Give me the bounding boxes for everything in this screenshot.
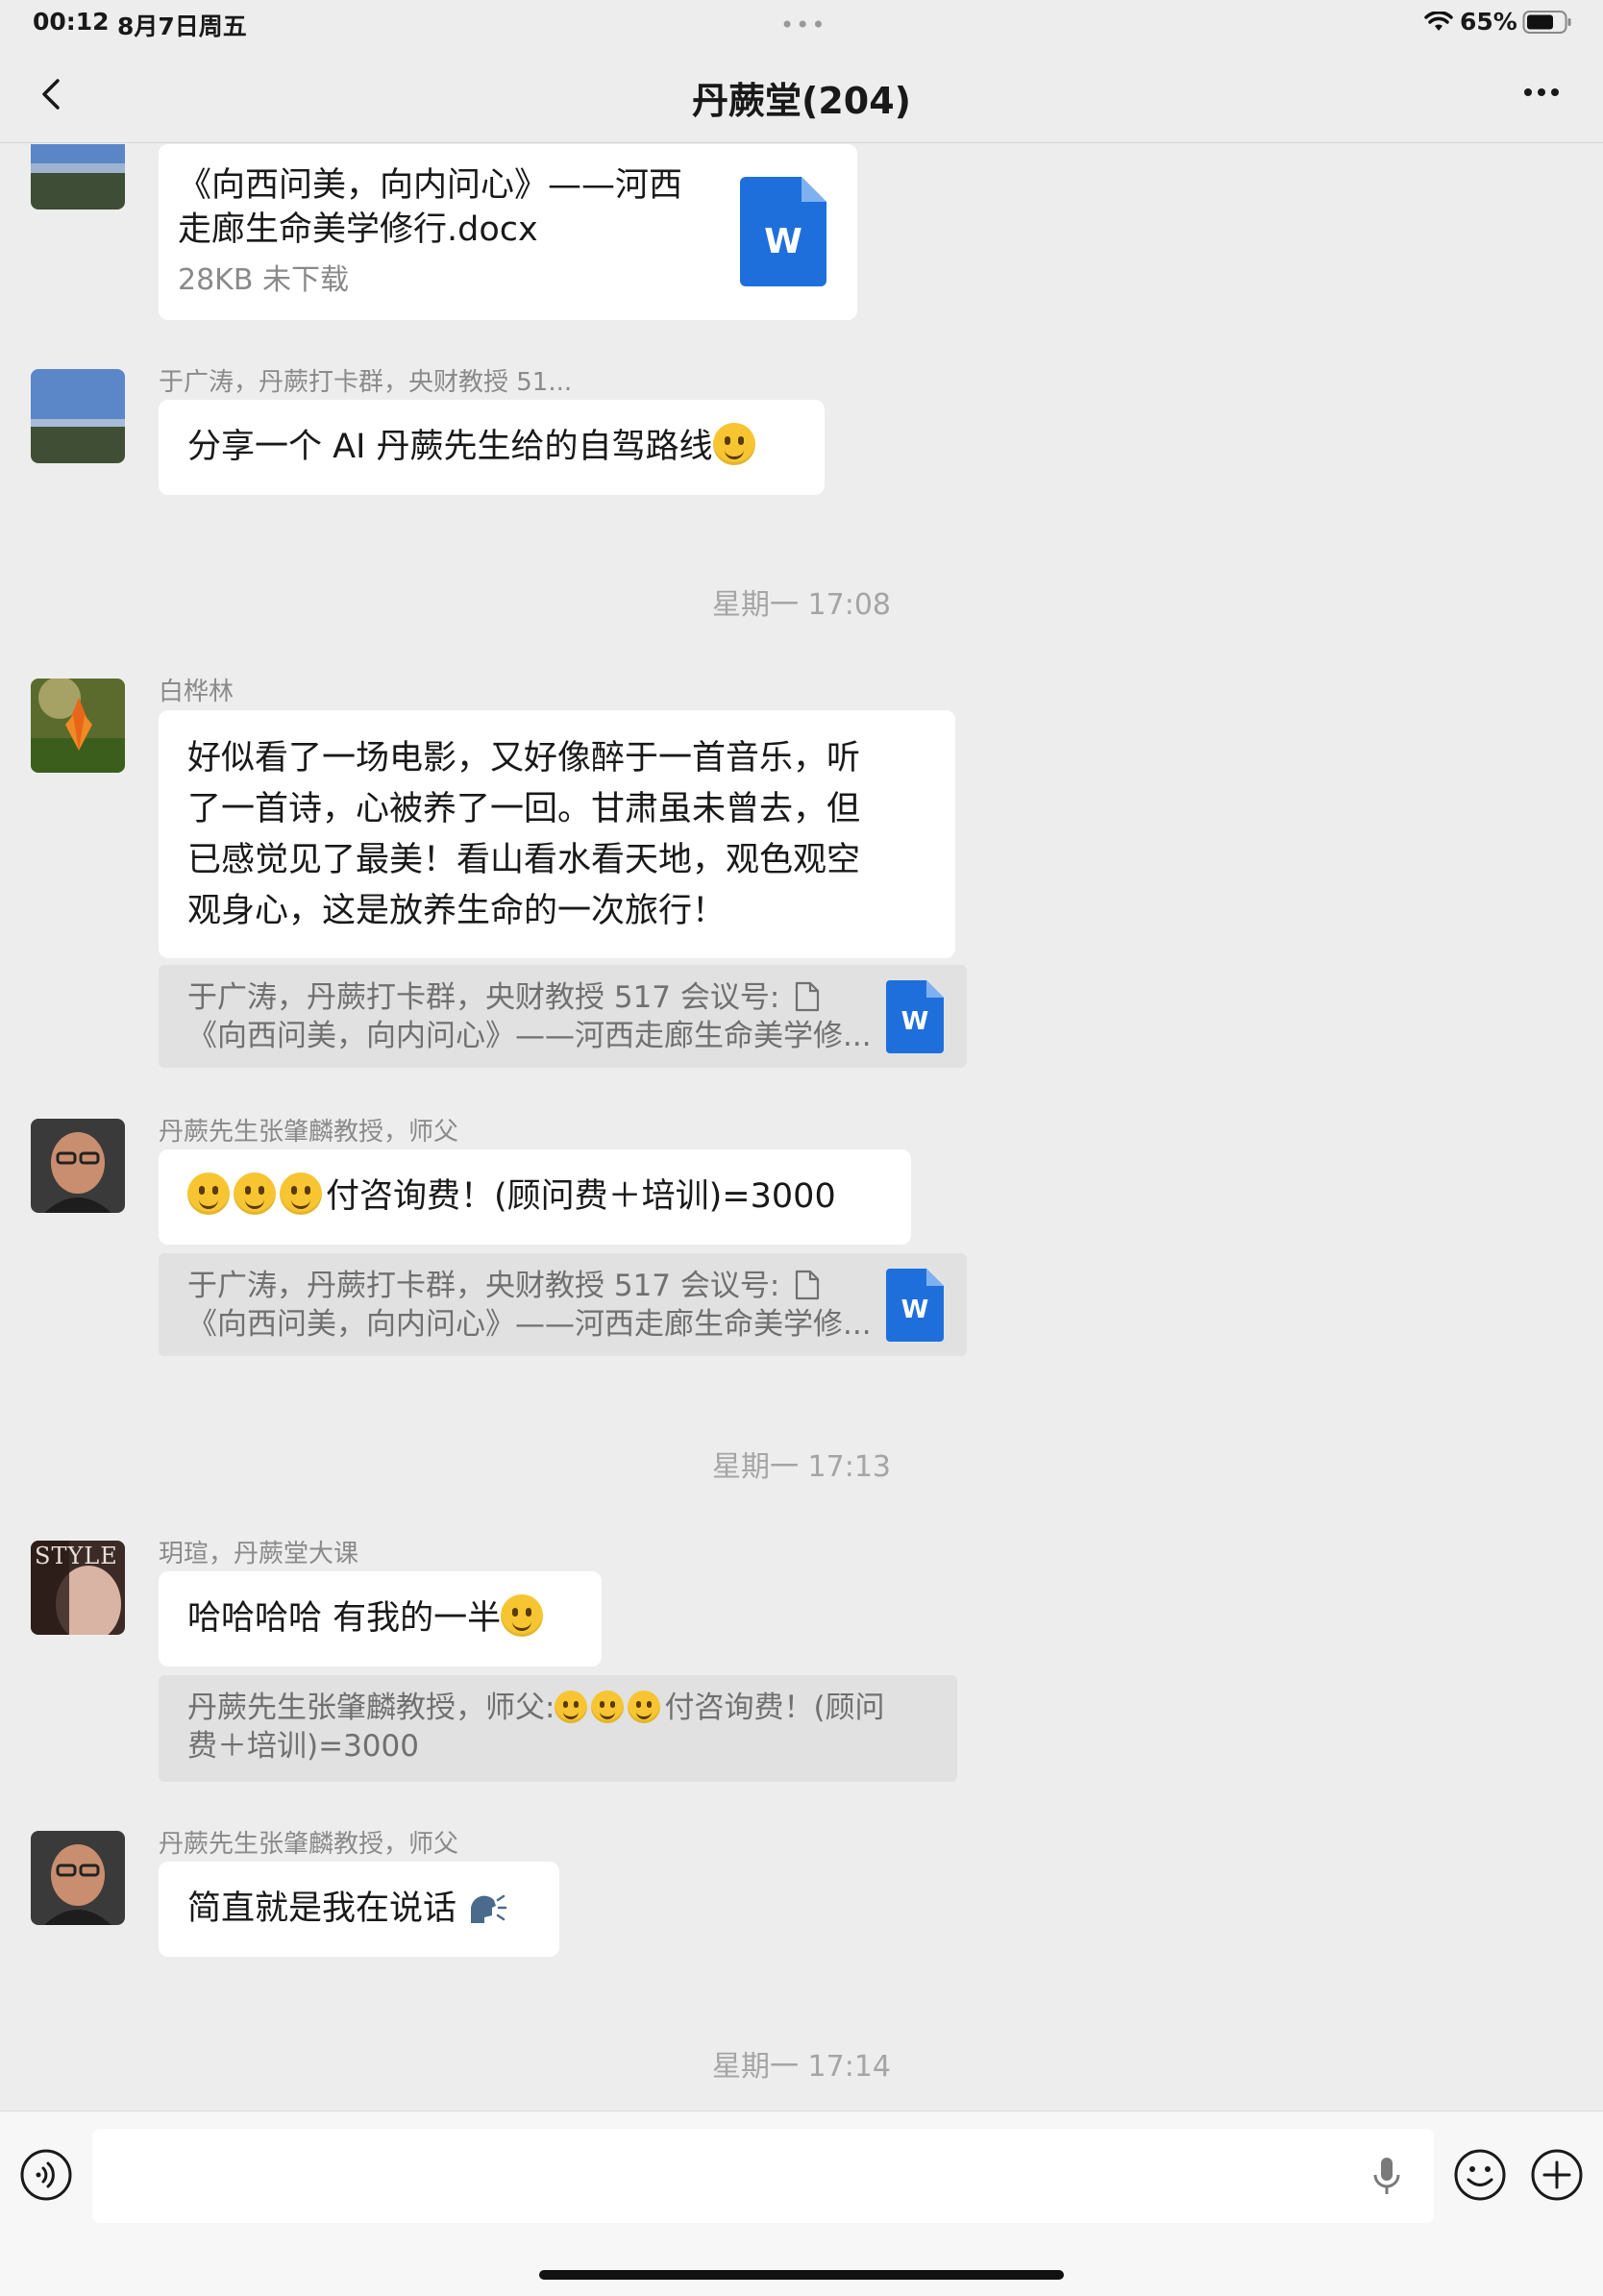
avatar[interactable]	[31, 1831, 125, 1925]
timestamp: 星期一 17:13	[712, 1450, 891, 1484]
more-icon[interactable]	[1517, 73, 1566, 111]
status-time: 00:12	[33, 8, 110, 36]
message-bubble[interactable]: 好似看了一场电影，又好像醉于一首音乐，听 了一首诗，心被养了一回。甘肃虽未曾去，…	[159, 710, 955, 958]
smile-emoji-icon	[501, 1594, 544, 1637]
voice-icon[interactable]	[19, 2148, 73, 2202]
confused-emoji-icon	[591, 1691, 625, 1723]
quoted-message[interactable]: 丹蕨先生张肇麟教授，师父: 付咨询费！(顾问 费＋培训)=3000	[159, 1675, 957, 1782]
avatar[interactable]: STYLE	[31, 1541, 125, 1635]
avatar[interactable]	[31, 1119, 125, 1213]
home-indicator[interactable]	[539, 2270, 1064, 2280]
word-icon-letter: W	[900, 1296, 929, 1324]
message-text: 分享一个 AI 丹蕨先生给的自驾路线	[187, 428, 713, 466]
file-name-line1: 《向西问美，向内问心》——河西	[178, 166, 683, 205]
sender-name: 于广涛，丹蕨打卡群，央财教授 51...	[159, 368, 573, 397]
message-text-line: 观身心，这是放养生命的一次旅行！	[187, 892, 727, 930]
message-text-line: 已感觉见了最美！看山看水看天地，观色观空	[187, 841, 861, 879]
avatar[interactable]	[31, 369, 125, 463]
doc-icon	[796, 981, 820, 1012]
mic-icon[interactable]	[1372, 2156, 1401, 2196]
avatar[interactable]	[31, 679, 125, 773]
message-bubble[interactable]: 付咨询费！(顾问费＋培训)=3000	[159, 1149, 911, 1245]
input-bar	[0, 2111, 1603, 2296]
quote-text: 丹蕨先生张肇麟教授，师父:	[187, 1691, 555, 1725]
avatar-text: STYLE	[35, 1543, 118, 1569]
message-bubble[interactable]: 哈哈哈哈 有我的一半	[159, 1571, 602, 1666]
confused-emoji-icon	[187, 1173, 230, 1215]
quoted-message[interactable]: 于广涛，丹蕨打卡群，央财教授 517 会议号: 《向西问美，向内问心》——河西走…	[159, 1253, 967, 1356]
grin-emoji-icon	[712, 423, 755, 465]
quote-text: 于广涛，丹蕨打卡群，央财教授 517 会议号:	[187, 1269, 780, 1303]
quoted-message[interactable]: 于广涛，丹蕨打卡群，央财教授 517 会议号: 《向西问美，向内问心》——河西走…	[159, 965, 967, 1068]
message-text: 哈哈哈哈 有我的一半	[187, 1599, 502, 1638]
quote-text: 《向西问美，向内问心》——河西走廊生命美学修...	[187, 1019, 872, 1053]
confused-emoji-icon	[234, 1173, 276, 1215]
sender-name: 玥瑄，丹蕨堂大课	[159, 1540, 359, 1568]
status-date: 8月7日周五	[117, 12, 247, 40]
plus-icon[interactable]	[1530, 2148, 1584, 2202]
message-text: 付咨询费！(顾问费＋培训)=3000	[326, 1177, 836, 1216]
status-bar: 00:12 8月7日周五 ••• 65%	[0, 0, 1603, 46]
chat-title: 丹蕨堂(204)	[691, 80, 912, 122]
wifi-icon	[1424, 12, 1453, 31]
doc-icon	[796, 1270, 820, 1300]
file-message[interactable]: 《向西问美，向内问心》——河西 走廊生命美学修行.docx 28KB 未下载 W	[159, 144, 857, 320]
confused-emoji-icon	[555, 1691, 588, 1723]
quote-text: 《向西问美，向内问心》——河西走廊生命美学修...	[187, 1307, 872, 1342]
file-name-line2: 走廊生命美学修行.docx	[178, 210, 538, 249]
sender-name: 丹蕨先生张肇麟教授，师父	[159, 1830, 459, 1859]
sender-name: 丹蕨先生张肇麟教授，师父	[159, 1118, 459, 1147]
battery-percent: 65%	[1460, 8, 1517, 36]
chat-header: 丹蕨堂(204)	[0, 46, 1603, 143]
quote-text: 付咨询费！(顾问	[664, 1691, 885, 1725]
speaking-head-icon	[471, 1894, 507, 1923]
emoji-icon[interactable]	[1453, 2148, 1507, 2202]
message-bubble[interactable]: 简直就是我在说话	[159, 1862, 559, 1957]
message-bubble[interactable]: 分享一个 AI 丹蕨先生给的自驾路线	[159, 400, 825, 495]
timestamp: 星期一 17:08	[712, 588, 891, 622]
file-meta: 28KB 未下载	[178, 263, 349, 297]
quote-text: 费＋培训)=3000	[187, 1729, 419, 1764]
confused-emoji-icon	[628, 1691, 661, 1723]
message-text-line: 好似看了一场电影，又好像醉于一首音乐，听	[187, 739, 861, 778]
multitask-dots-icon[interactable]: •••	[780, 12, 826, 38]
confused-emoji-icon	[280, 1173, 322, 1215]
word-icon-letter: W	[764, 222, 802, 261]
message-text: 简直就是我在说话	[187, 1889, 457, 1928]
quote-text: 于广涛，丹蕨打卡群，央财教授 517 会议号:	[187, 980, 780, 1015]
message-input[interactable]	[92, 2129, 1434, 2223]
timestamp: 星期一 17:14	[712, 2050, 891, 2084]
sender-name: 白桦林	[159, 678, 234, 706]
battery-icon	[1522, 11, 1571, 34]
word-icon-letter: W	[900, 1007, 929, 1036]
message-text-line: 了一首诗，心被养了一回。甘肃虽未曾去，但	[187, 790, 861, 828]
